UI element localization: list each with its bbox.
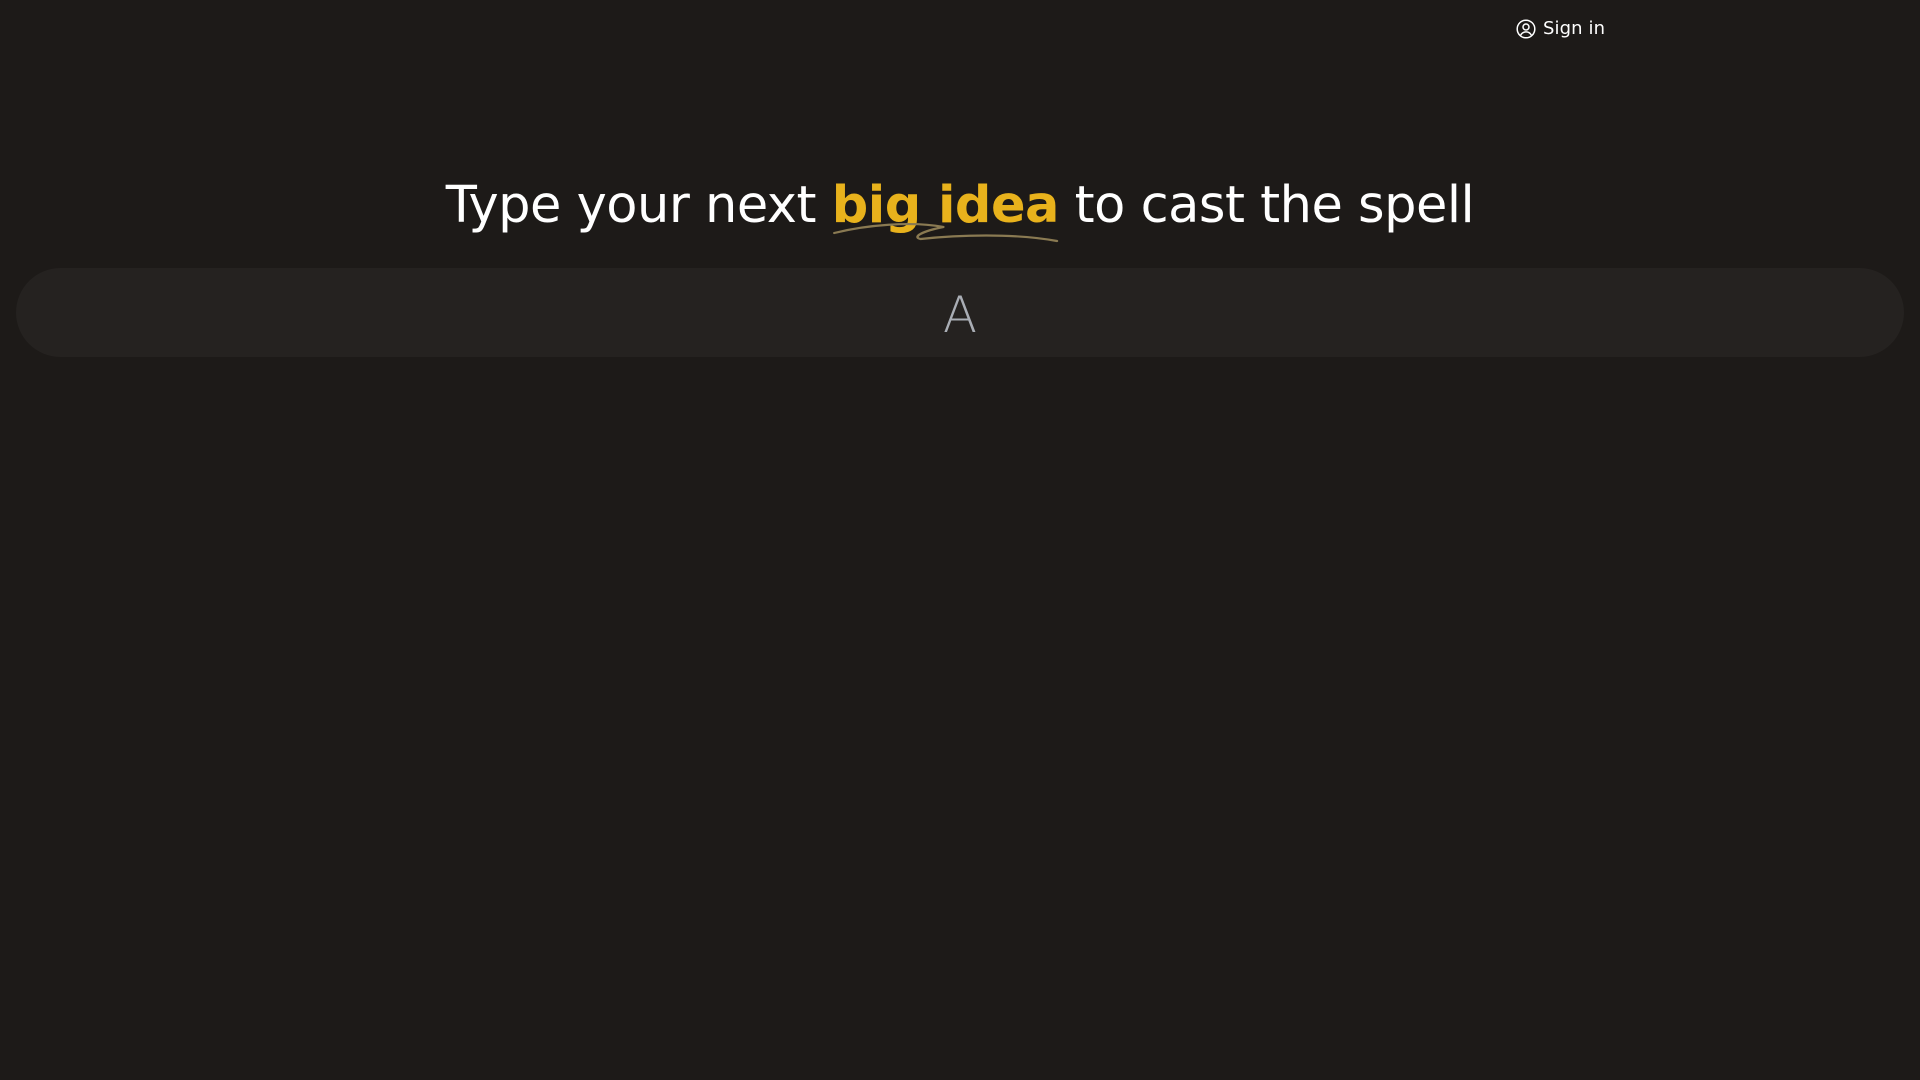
headline-highlight-text: big idea: [831, 176, 1060, 235]
headline-suffix: to cast the spell: [1058, 176, 1475, 235]
page: Sign in Type your next big idea to cast …: [0, 0, 1920, 1080]
headline-prefix: Type your next: [445, 176, 832, 235]
idea-input-bar[interactable]: [16, 268, 1904, 357]
sign-in-link[interactable]: Sign in: [1516, 18, 1605, 39]
sign-in-label: Sign in: [1543, 18, 1606, 39]
page-headline: Type your next big idea to cast the spel…: [0, 176, 1920, 243]
headline-highlight: big idea: [831, 176, 1060, 243]
user-circle-icon: [1516, 18, 1536, 39]
idea-input[interactable]: [16, 268, 1904, 357]
